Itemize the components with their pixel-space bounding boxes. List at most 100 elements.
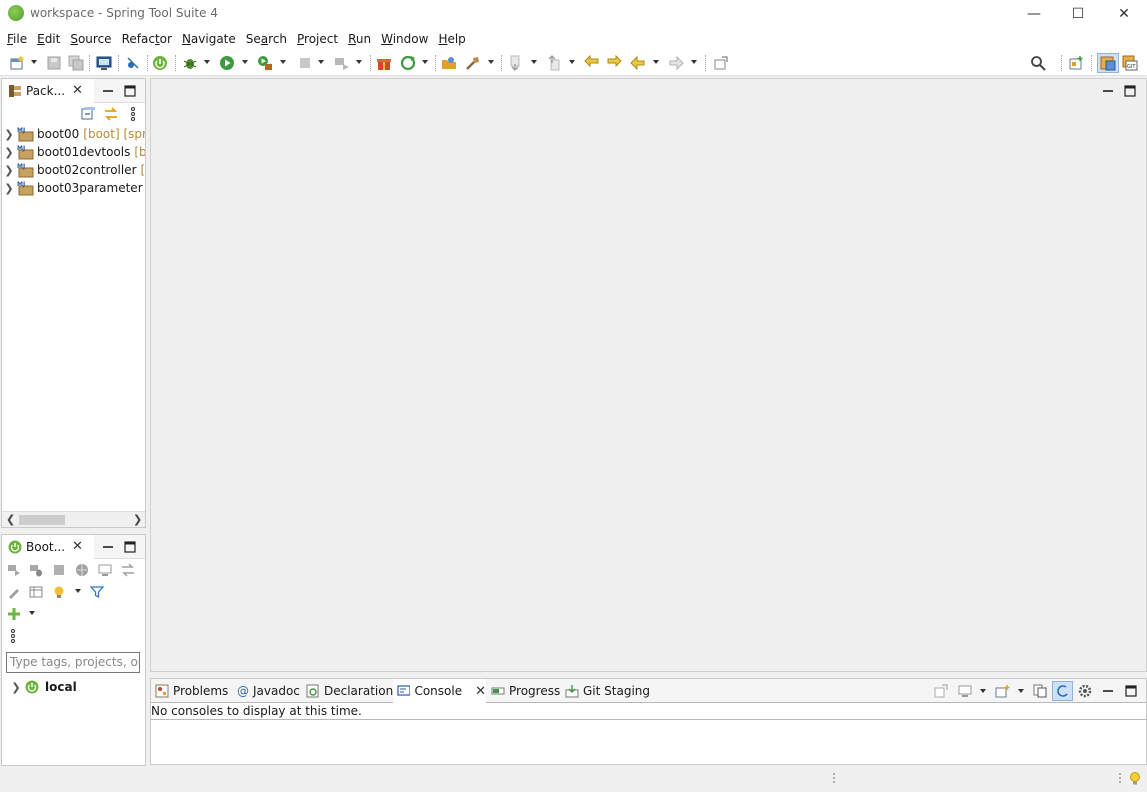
start-app-icon[interactable] <box>7 563 21 577</box>
stop-icon[interactable] <box>297 55 313 71</box>
collapse-all-icon[interactable] <box>81 107 95 121</box>
link-with-console-icon[interactable] <box>120 563 136 577</box>
tree-item-boot02controller[interactable]: ❯ MJ boot02controller [b <box>2 161 145 179</box>
tab-problems[interactable]: Problems <box>155 679 228 703</box>
save-all-icon[interactable] <box>68 55 84 71</box>
debug-icon[interactable] <box>182 55 198 71</box>
relaunch-icon[interactable] <box>334 55 350 71</box>
run-dropdown-arrow[interactable] <box>242 60 248 64</box>
tab-package-explorer[interactable]: Pack... ✕ <box>2 79 94 103</box>
forward-edit-icon[interactable] <box>606 55 622 71</box>
external-tools-dropdown-arrow[interactable] <box>280 60 286 64</box>
scroll-lock-toggle[interactable] <box>1052 681 1073 701</box>
expand-chevron-icon[interactable]: ❯ <box>2 128 16 141</box>
maximize-view-icon[interactable] <box>123 84 137 98</box>
next-annotation-icon[interactable] <box>509 55 525 71</box>
expand-chevron-icon[interactable]: ❯ <box>9 681 23 694</box>
view-menu-icon[interactable] <box>10 629 16 643</box>
run-icon[interactable] <box>219 55 235 71</box>
next-annotation-dropdown-arrow[interactable] <box>531 60 537 64</box>
menu-help[interactable]: Help <box>433 32 470 46</box>
menu-source[interactable]: Source <box>65 32 116 46</box>
close-tab-icon[interactable]: ✕ <box>72 83 83 98</box>
expand-chevron-icon[interactable]: ❯ <box>2 146 16 159</box>
minimize-view-icon[interactable] <box>101 84 115 98</box>
skip-breakpoints-icon[interactable] <box>125 55 141 71</box>
tab-console[interactable]: Console ✕ <box>393 679 486 703</box>
open-console-icon[interactable] <box>995 684 1011 698</box>
previous-annotation-icon[interactable] <box>546 55 562 71</box>
java-perspective-icon[interactable] <box>1097 53 1119 73</box>
horizontal-scrollbar[interactable]: ❮ ❯ <box>2 511 145 527</box>
last-edit-icon[interactable] <box>584 55 600 71</box>
forward-dropdown-arrow[interactable] <box>691 60 697 64</box>
menu-edit[interactable]: Edit <box>32 32 65 46</box>
save-icon[interactable] <box>46 55 62 71</box>
debug-dropdown-arrow[interactable] <box>204 60 210 64</box>
search-tool-dropdown-arrow[interactable] <box>488 60 494 64</box>
gear-icon[interactable] <box>1077 683 1093 699</box>
open-perspective-icon[interactable] <box>1068 55 1084 71</box>
tree-item-boot01devtools[interactable]: ❯ MJ boot01devtools [bc <box>2 143 145 161</box>
gift-icon[interactable] <box>376 55 392 71</box>
tab-declaration[interactable]: Declaration <box>306 679 393 703</box>
menu-file[interactable]: File <box>2 32 32 46</box>
tag-filter-input[interactable]: Type tags, projects, or w <box>6 652 140 673</box>
lightbulb-dropdown-arrow[interactable] <box>75 589 81 593</box>
close-button[interactable]: ✕ <box>1101 0 1147 28</box>
menu-search[interactable]: Search <box>241 32 292 46</box>
close-tab-icon[interactable]: ✕ <box>72 539 83 554</box>
edit-icon[interactable] <box>7 585 21 599</box>
tree-item-boot03parameter[interactable]: ❯ MJ boot03parameter [b <box>2 179 145 197</box>
forward-icon[interactable] <box>668 55 684 71</box>
display-console-dropdown-arrow[interactable] <box>980 689 986 693</box>
add-dropdown-arrow[interactable] <box>29 611 35 615</box>
search-icon[interactable] <box>1030 55 1046 71</box>
expand-chevron-icon[interactable]: ❯ <box>2 164 16 177</box>
back-icon[interactable] <box>630 55 646 71</box>
scroll-right-icon[interactable]: ❯ <box>133 513 142 526</box>
debug-app-icon[interactable] <box>29 563 43 577</box>
terminal-icon[interactable] <box>96 55 112 71</box>
minimize-view-icon[interactable] <box>1101 684 1115 698</box>
close-tab-icon[interactable]: ✕ <box>475 684 486 699</box>
refresh-dropdown-arrow[interactable] <box>422 60 428 64</box>
tree-item-boot00[interactable]: ❯ MJ boot00 [boot] [spri <box>2 125 145 143</box>
add-icon[interactable] <box>7 607 21 621</box>
menu-project[interactable]: Project <box>292 32 343 46</box>
previous-annotation-dropdown-arrow[interactable] <box>569 60 575 64</box>
stop-app-icon[interactable] <box>52 563 66 577</box>
minimize-button[interactable]: — <box>1011 0 1057 28</box>
lightbulb-icon[interactable] <box>52 585 66 599</box>
back-dropdown-arrow[interactable] <box>653 60 659 64</box>
pin-console-icon[interactable] <box>934 684 948 698</box>
lightbulb-icon[interactable] <box>1128 771 1142 787</box>
menu-navigate[interactable]: Navigate <box>177 32 241 46</box>
stop-dropdown-arrow[interactable] <box>318 60 324 64</box>
copy-icon[interactable] <box>1033 684 1047 698</box>
open-console-dropdown-arrow[interactable] <box>1018 689 1024 693</box>
display-console-icon[interactable] <box>958 684 972 698</box>
relaunch-dropdown-arrow[interactable] <box>356 60 362 64</box>
open-type-icon[interactable] <box>441 55 457 71</box>
pin-editor-icon[interactable] <box>713 55 729 71</box>
maximize-editor-icon[interactable] <box>1123 84 1137 98</box>
open-browser-icon[interactable] <box>75 563 89 577</box>
maximize-view-icon[interactable] <box>123 540 137 554</box>
maximize-button[interactable]: ☐ <box>1055 0 1101 28</box>
scrollbar-thumb[interactable] <box>19 515 65 525</box>
tab-boot-dashboard[interactable]: Boot... ✕ <box>2 535 94 559</box>
expand-chevron-icon[interactable]: ❯ <box>2 182 16 195</box>
tab-progress[interactable]: Progress <box>491 679 560 703</box>
search-tool-icon[interactable] <box>465 55 481 71</box>
git-perspective-icon[interactable]: GIT <box>1122 55 1138 71</box>
new-icon[interactable] <box>9 55 25 71</box>
open-console-icon[interactable] <box>98 563 112 577</box>
spring-boot-icon[interactable] <box>152 55 168 71</box>
minimize-editor-icon[interactable] <box>1101 84 1115 98</box>
link-with-editor-icon[interactable] <box>103 107 119 121</box>
view-menu-icon[interactable] <box>130 107 136 121</box>
properties-table-icon[interactable] <box>29 585 43 599</box>
refresh-icon[interactable] <box>400 55 416 71</box>
filter-icon[interactable] <box>90 585 104 599</box>
